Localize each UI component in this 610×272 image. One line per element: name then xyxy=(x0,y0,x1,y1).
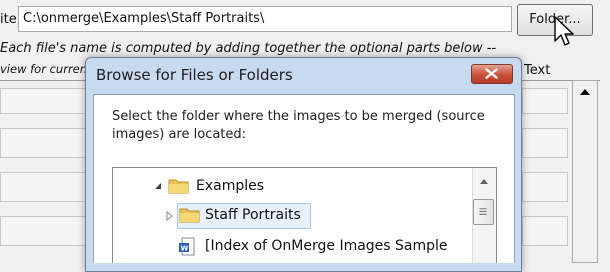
parts-scrollbar[interactable] xyxy=(572,80,598,263)
preview-hint: view for current xyxy=(0,62,92,76)
scroll-up-arrow-icon[interactable] xyxy=(478,176,490,186)
svg-text:W: W xyxy=(181,245,189,253)
folder-path-input[interactable]: C:\onmerge\Examples\Staff Portraits\ xyxy=(18,6,512,32)
tree-item-examples[interactable]: Examples xyxy=(196,178,264,194)
text-field[interactable] xyxy=(522,88,568,114)
tree-item-index-document[interactable]: [Index of OnMerge Images Sample xyxy=(205,238,448,254)
folder-icon xyxy=(179,208,200,223)
tree-item-staff-portraits[interactable]: Staff Portraits xyxy=(205,207,301,223)
scrollbar-thumb[interactable] xyxy=(473,199,494,225)
word-document-icon: W xyxy=(179,237,195,256)
close-button[interactable] xyxy=(471,64,513,84)
close-icon xyxy=(485,68,498,79)
text-field[interactable] xyxy=(522,128,568,158)
path-label: ite xyxy=(0,12,17,27)
collapsed-triangle-icon[interactable] xyxy=(164,211,174,221)
dialog-instruction: Select the folder where the images to be… xyxy=(112,109,485,142)
name-part-field[interactable] xyxy=(0,128,86,158)
text-field[interactable] xyxy=(522,172,568,202)
dialog-title: Browse for Files or Folders xyxy=(96,66,293,84)
folder-icon xyxy=(168,179,189,194)
name-part-field[interactable] xyxy=(0,172,86,202)
expanded-triangle-icon[interactable] xyxy=(153,181,163,191)
name-part-field[interactable] xyxy=(0,88,86,114)
filename-hint: Each file's name is computed by adding t… xyxy=(0,41,497,56)
scroll-up-arrow-icon[interactable] xyxy=(576,83,594,101)
grip-icon xyxy=(479,208,487,215)
name-part-field[interactable] xyxy=(0,216,86,246)
mouse-cursor-icon xyxy=(554,16,574,46)
text-field[interactable] xyxy=(522,216,568,246)
text-column-header: Text xyxy=(524,63,551,78)
